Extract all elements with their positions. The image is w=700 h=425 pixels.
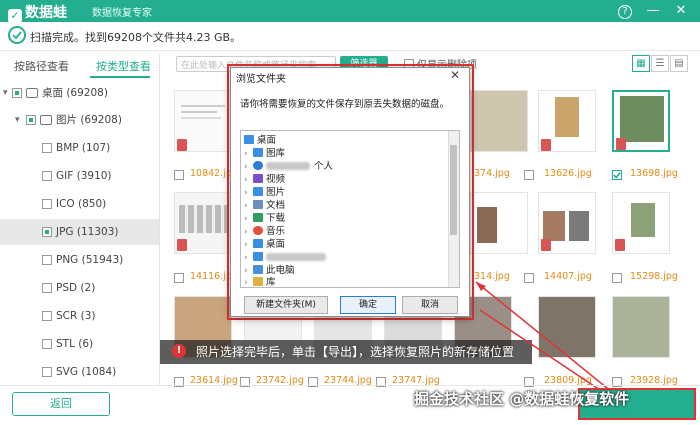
chevron-right-icon[interactable]: › (244, 277, 253, 290)
download-icon (253, 213, 263, 222)
music-icon (253, 226, 263, 235)
folder-label: 图库 (266, 148, 286, 159)
folder-label: 此电脑 (266, 265, 295, 276)
folder-label: 视频 (266, 174, 286, 185)
folder-label: 图片 (266, 187, 286, 198)
dialog-close-icon[interactable]: ✕ (450, 68, 460, 82)
back-button[interactable]: 返回 (12, 392, 110, 416)
watermark: 掘金技术社区 @数据蛙恢复软件 (414, 390, 630, 408)
ok-button[interactable]: 确定 (340, 296, 396, 314)
dialog-prompt: 请你将需要恢复的文件保存到原丢失数据的磁盘。 (240, 99, 450, 110)
cancel-button[interactable]: 取消 (402, 296, 458, 314)
cloud-icon (253, 161, 263, 170)
dialog-title: 浏览文件夹 (236, 74, 286, 85)
gallery-icon (253, 148, 263, 157)
computer-icon (253, 265, 263, 274)
document-icon (253, 200, 263, 209)
folder-label: 库 (266, 277, 276, 288)
folder-label: 桌面 (257, 135, 277, 146)
folder-item-videos[interactable]: › 视频 (244, 173, 285, 186)
folder-item-library[interactable]: › 库 (244, 276, 276, 289)
folder-item-downloads[interactable]: › 下载 (244, 212, 285, 225)
folder-item-documents[interactable]: › 文档 (244, 199, 285, 212)
folder-label: 下载 (266, 213, 286, 224)
desktop-icon (253, 239, 263, 248)
folder-item-pictures[interactable]: › 图片 (244, 186, 285, 199)
folder-label: 音乐 (266, 226, 286, 237)
folder-item-gallery[interactable]: › 图库 (244, 147, 285, 160)
annotation-arrow (475, 281, 613, 393)
folder-item-desktop[interactable]: 桌面 (244, 134, 276, 147)
folder-icon (253, 252, 263, 261)
blurred-name (266, 162, 310, 170)
new-folder-button[interactable]: 新建文件夹(M) (244, 296, 328, 314)
folder-label: 文档 (266, 200, 286, 211)
folder-label: 个人 (314, 161, 334, 172)
folder-label: 桌面 (266, 239, 286, 250)
scrollbar-thumb[interactable] (450, 145, 457, 235)
desktop-icon (244, 135, 254, 144)
folder-item-personal[interactable]: › 个人 (244, 160, 333, 173)
folder-item-blurred[interactable]: › (244, 251, 330, 264)
footer-divider (0, 385, 700, 386)
blurred-name (266, 253, 326, 261)
picture-icon (253, 187, 263, 196)
video-icon (253, 174, 263, 183)
library-icon (253, 277, 263, 286)
folder-item-desktop-2[interactable]: › 桌面 (244, 238, 285, 251)
folder-item-music[interactable]: › 音乐 (244, 225, 285, 238)
